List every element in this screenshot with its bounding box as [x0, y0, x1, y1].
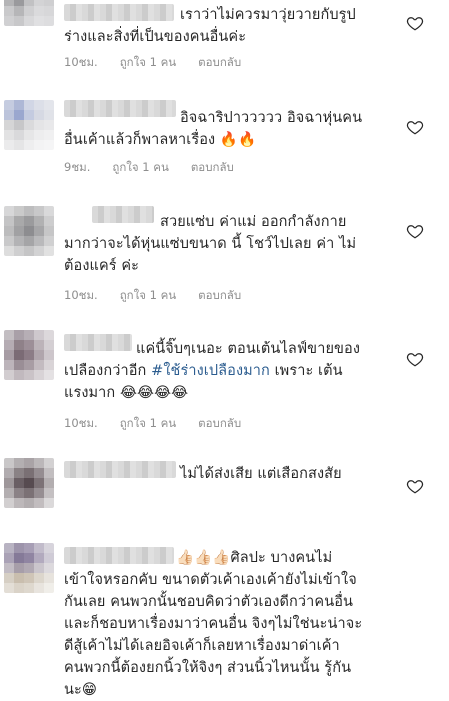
comment-meta: 10ชม. ถูกใจ 1 คน ตอบกลับ [64, 55, 263, 69]
like-count[interactable]: ถูกใจ 1 คน [120, 288, 176, 302]
reply-button[interactable]: ตอบกลับ [198, 55, 241, 69]
heart-icon[interactable] [406, 477, 424, 495]
comment-text: สวยแซ่บ ค่าแม่ ออกกำลังกาย มากว่าจะได้หุ… [64, 214, 357, 274]
comment-text: ไม่ได้ส่งเสีย แต่เสือกสงสัย [180, 466, 342, 482]
like-count[interactable]: ถูกใจ 1 คน [120, 55, 176, 69]
comment-time: 10ชม. [64, 416, 98, 430]
comment-text: เราว่าไม่ควรมาวุ่ยวายกับรูป ร่างและสิ่งท… [64, 7, 356, 45]
avatar[interactable] [4, 100, 54, 150]
comment-time: 10ชม. [64, 55, 98, 69]
comment-time: 10ชม. [64, 288, 98, 302]
avatar[interactable] [4, 206, 54, 256]
avatar[interactable] [4, 543, 54, 593]
heart-icon[interactable] [406, 222, 424, 240]
comment-text: อิจฉาริปาววววว อิจฉาหุ่นคน อื่นเค้าแล้วก… [64, 110, 363, 148]
comment-meta: 10ชม. ถูกใจ 1 คน ตอบกลับ [64, 416, 263, 430]
heart-icon[interactable] [406, 14, 424, 32]
heart-icon[interactable] [406, 350, 424, 368]
like-count[interactable]: ถูกใจ 1 คน [120, 416, 176, 430]
hashtag-link[interactable]: #ใช้ร่างเปลืองมาก [151, 363, 270, 379]
like-count[interactable]: ถูกใจ 1 คน [112, 160, 168, 174]
comment-meta: 9ชม. ถูกใจ 1 คน ตอบกลับ [64, 160, 256, 174]
comment-meta: 10ชม. ถูกใจ 1 คน ตอบกลับ [64, 288, 263, 302]
comment-time: 9ชม. [64, 160, 91, 174]
comment-text: 👍🏻👍🏻👍🏻ศิลปะ บางคนไม่ เข้าใจหรอกคับ ขนาดต… [64, 550, 363, 698]
heart-icon[interactable] [406, 118, 424, 136]
reply-button[interactable]: ตอบกลับ [191, 160, 234, 174]
reply-button[interactable]: ตอบกลับ [198, 416, 241, 430]
avatar[interactable] [4, 330, 54, 380]
avatar[interactable] [4, 0, 54, 26]
avatar[interactable] [4, 458, 54, 508]
reply-button[interactable]: ตอบกลับ [198, 288, 241, 302]
comment-text: แค่นี้จิ๊บๆเนอะ ตอนเต้นไลฟ์ขายของ เปลือง… [64, 338, 360, 404]
